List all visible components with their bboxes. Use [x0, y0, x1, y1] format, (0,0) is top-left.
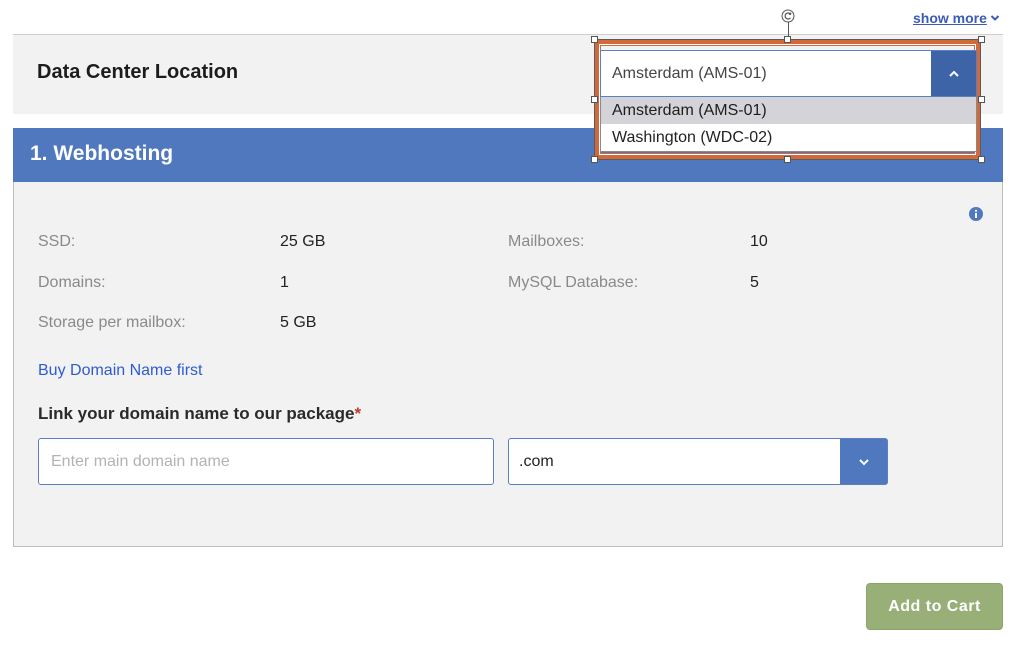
mailboxes-value: 10 — [750, 233, 768, 250]
domains-value: 1 — [280, 274, 289, 291]
chevron-up-icon — [948, 70, 959, 77]
ssd-label: SSD: — [38, 233, 76, 250]
add-to-cart-button[interactable]: Add to Cart — [866, 583, 1003, 630]
show-more-label: show more — [913, 10, 987, 26]
buy-domain-link[interactable]: Buy Domain Name first — [38, 362, 203, 380]
mailboxes-label: Mailboxes: — [508, 233, 585, 250]
resize-handle-top[interactable] — [784, 36, 791, 43]
required-mark: * — [354, 404, 362, 423]
storage-per-mailbox-label: Storage per mailbox: — [38, 314, 186, 331]
chevron-down-icon — [990, 15, 1000, 21]
data-center-option-amsterdam[interactable]: Amsterdam (AMS-01) — [601, 97, 976, 124]
data-center-options-list: Amsterdam (AMS-01) Washington (WDC-02) — [600, 97, 977, 152]
tld-selected-value: .com — [519, 452, 554, 470]
tld-dropdown-button[interactable] — [840, 439, 887, 484]
rotate-handle-icon[interactable] — [781, 9, 795, 23]
mysql-database-label: MySQL Database: — [508, 274, 639, 291]
resize-handle-right[interactable] — [978, 96, 985, 103]
mysql-database-value: 5 — [750, 274, 759, 291]
data-center-option-washington[interactable]: Washington (WDC-02) — [601, 124, 976, 151]
resize-handle-top-left[interactable] — [591, 36, 598, 43]
resize-handle-top-right[interactable] — [978, 36, 985, 43]
info-icon[interactable] — [969, 207, 983, 221]
resize-handle-bottom-left[interactable] — [591, 156, 598, 163]
tld-select[interactable]: .com — [508, 438, 888, 485]
resize-handle-bottom-right[interactable] — [978, 156, 985, 163]
data-center-select[interactable]: Amsterdam (AMS-01) — [600, 50, 977, 97]
resize-handle-left[interactable] — [591, 96, 598, 103]
storage-per-mailbox-value: 5 GB — [280, 314, 317, 331]
webhosting-title: 1. Webhosting — [30, 142, 174, 165]
show-more-link[interactable]: show more — [913, 10, 1000, 26]
resize-handle-bottom[interactable] — [784, 156, 791, 163]
link-domain-label: Link your domain name to our package* — [38, 404, 361, 424]
ssd-value: 25 GB — [280, 233, 326, 250]
link-domain-label-text: Link your domain name to our package — [38, 404, 355, 423]
chevron-down-icon — [858, 458, 869, 465]
data-center-dropdown-button[interactable] — [931, 51, 976, 96]
domain-name-input[interactable] — [38, 438, 494, 485]
data-center-title: Data Center Location — [37, 61, 239, 83]
domains-label: Domains: — [38, 274, 106, 291]
data-center-selected-value: Amsterdam (AMS-01) — [612, 64, 767, 82]
